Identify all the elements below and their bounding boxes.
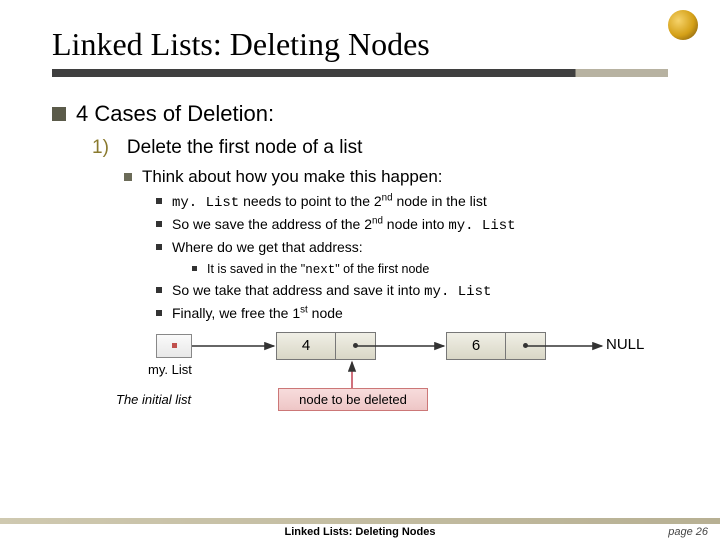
pointer-dot-icon xyxy=(353,343,358,348)
footer-title: Linked Lists: Deleting Nodes xyxy=(0,526,720,538)
square-bullet-icon xyxy=(156,310,162,316)
square-bullet-icon xyxy=(192,266,197,271)
square-bullet-icon xyxy=(124,173,132,181)
square-bullet-icon xyxy=(52,107,66,121)
sub-detail-item: It is saved in the "next" of the first n… xyxy=(192,260,668,280)
text-l3: Think about how you make this happen: xyxy=(142,167,443,187)
detail-item: Finally, we free the 1st node xyxy=(156,303,668,324)
bullet-level1: 4 Cases of Deletion: xyxy=(52,101,668,127)
node-2: 6 xyxy=(446,332,546,360)
mylist-pointer-box xyxy=(156,334,192,358)
t: It is saved in the " xyxy=(207,262,305,276)
t: Finally, we free the 1 xyxy=(172,305,300,321)
slide-body: Linked Lists: Deleting Nodes 4 Cases of … xyxy=(0,0,720,392)
node-to-delete-label: node to be deleted xyxy=(278,388,428,411)
text-l1: 4 Cases of Deletion: xyxy=(76,101,274,127)
detail-text-2: So we save the address of the 2nd node i… xyxy=(172,214,516,237)
detail-text-5: Finally, we free the 1st node xyxy=(172,303,343,324)
node-value: 6 xyxy=(447,333,505,359)
detail-item: my. List needs to point to the 2nd node … xyxy=(156,191,668,214)
t: node into xyxy=(383,216,448,232)
sup: nd xyxy=(372,215,383,226)
linked-list-diagram: my. List 4 6 NULL The initial list node … xyxy=(156,332,668,392)
logo-badge xyxy=(668,10,698,40)
detail-item: So we save the address of the 2nd node i… xyxy=(156,214,668,237)
detail-item: So we take that address and save it into… xyxy=(156,280,668,303)
sup: st xyxy=(300,304,308,315)
slide-title: Linked Lists: Deleting Nodes xyxy=(52,26,668,69)
title-underline xyxy=(52,69,668,77)
square-bullet-icon xyxy=(156,221,162,227)
pointer-dot-icon xyxy=(172,343,177,348)
t: So we save the address of the 2 xyxy=(172,216,372,232)
t: node xyxy=(308,305,343,321)
code-mylist: my. List xyxy=(448,218,515,234)
t: node in the list xyxy=(393,193,487,209)
node-1: 4 xyxy=(276,332,376,360)
pointer-dot-icon xyxy=(523,343,528,348)
page-number: page 26 xyxy=(668,526,708,538)
detail-text-1: my. List needs to point to the 2nd node … xyxy=(172,191,487,214)
square-bullet-icon xyxy=(156,198,162,204)
detail-text-3: Where do we get that address: xyxy=(172,237,363,258)
initial-list-caption: The initial list xyxy=(116,392,191,407)
footer-divider xyxy=(0,518,720,524)
null-label: NULL xyxy=(606,336,644,353)
list-number: 1) xyxy=(92,137,109,159)
detail-text-4: So we take that address and save it into… xyxy=(172,280,491,303)
code-mylist: my. List xyxy=(172,195,239,211)
text-l2: Delete the first node of a list xyxy=(127,137,363,159)
t: needs to point to the 2 xyxy=(239,193,381,209)
square-bullet-icon xyxy=(156,244,162,250)
bullet-level3: Think about how you make this happen: xyxy=(124,167,668,187)
sub-detail-text: It is saved in the "next" of the first n… xyxy=(207,260,429,280)
detail-list: my. List needs to point to the 2nd node … xyxy=(156,191,668,324)
node-next-pointer xyxy=(505,333,545,359)
mylist-label: my. List xyxy=(148,362,192,377)
t: So we take that address and save it into xyxy=(172,282,424,298)
sup: nd xyxy=(382,192,393,203)
code-mylist: my. List xyxy=(424,284,491,300)
node-value: 4 xyxy=(277,333,335,359)
t: " of the first node xyxy=(335,262,429,276)
node-next-pointer xyxy=(335,333,375,359)
code-next: next xyxy=(305,263,335,277)
square-bullet-icon xyxy=(156,287,162,293)
detail-item: Where do we get that address: xyxy=(156,237,668,258)
bullet-level2: 1) Delete the first node of a list xyxy=(92,137,668,159)
